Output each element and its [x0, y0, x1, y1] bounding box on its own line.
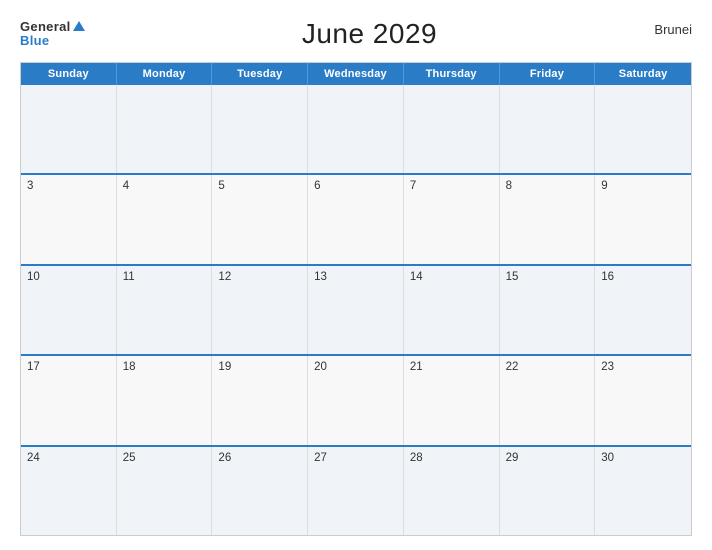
day-number: 5	[218, 180, 301, 192]
week-row-1	[21, 85, 691, 173]
day-number: 24	[27, 452, 110, 464]
day-number: 20	[314, 361, 397, 373]
day-cell: 30	[595, 447, 691, 535]
day-number: 14	[410, 271, 493, 283]
day-cell	[308, 85, 404, 173]
day-number: 22	[506, 361, 589, 373]
day-cell: 27	[308, 447, 404, 535]
day-number: 11	[123, 271, 206, 283]
day-cell: 14	[404, 266, 500, 354]
day-number: 26	[218, 452, 301, 464]
logo-triangle-icon	[73, 21, 85, 31]
day-number: 30	[601, 452, 685, 464]
day-cell: 5	[212, 175, 308, 263]
day-number: 27	[314, 452, 397, 464]
day-number: 19	[218, 361, 301, 373]
day-number: 10	[27, 271, 110, 283]
day-number: 3	[27, 180, 110, 192]
logo-general-text: General	[20, 20, 85, 34]
day-cell: 19	[212, 356, 308, 444]
day-cell: 24	[21, 447, 117, 535]
day-number: 7	[410, 180, 493, 192]
country-label: Brunei	[654, 18, 692, 37]
day-cell: 13	[308, 266, 404, 354]
day-cell: 3	[21, 175, 117, 263]
day-cell: 7	[404, 175, 500, 263]
day-cell: 8	[500, 175, 596, 263]
day-number: 18	[123, 361, 206, 373]
day-cell	[404, 85, 500, 173]
week-row-2: 3456789	[21, 173, 691, 263]
day-cell: 20	[308, 356, 404, 444]
week-row-3: 10 11 12 13 14 15 16	[21, 264, 691, 354]
day-cell: 11	[117, 266, 213, 354]
col-saturday: Saturday	[595, 63, 691, 85]
col-tuesday: Tuesday	[212, 63, 308, 85]
day-cell: 15	[500, 266, 596, 354]
day-cell: 17	[21, 356, 117, 444]
day-number: 28	[410, 452, 493, 464]
page: General Blue June 2029 Brunei Sunday Mon…	[0, 0, 712, 550]
week-row-5: 24 25 26 27 28 29 30	[21, 445, 691, 535]
day-cell: 21	[404, 356, 500, 444]
day-number: 29	[506, 452, 589, 464]
day-cell: 26	[212, 447, 308, 535]
col-sunday: Sunday	[21, 63, 117, 85]
calendar-title: June 2029	[302, 18, 437, 50]
day-cell: 9	[595, 175, 691, 263]
day-cell: 16	[595, 266, 691, 354]
day-cell: 28	[404, 447, 500, 535]
day-cell: 23	[595, 356, 691, 444]
day-cell	[500, 85, 596, 173]
day-cell: 12	[212, 266, 308, 354]
day-cell: 29	[500, 447, 596, 535]
day-number: 23	[601, 361, 685, 373]
day-cell: 4	[117, 175, 213, 263]
day-cell: 25	[117, 447, 213, 535]
calendar-header-row: Sunday Monday Tuesday Wednesday Thursday…	[21, 63, 691, 85]
day-number: 8	[506, 180, 589, 192]
day-number: 25	[123, 452, 206, 464]
col-thursday: Thursday	[404, 63, 500, 85]
day-cell: 10	[21, 266, 117, 354]
header: General Blue June 2029 Brunei	[20, 18, 692, 50]
day-number: 6	[314, 180, 397, 192]
day-cell	[212, 85, 308, 173]
day-cell	[595, 85, 691, 173]
day-number: 4	[123, 180, 206, 192]
calendar: Sunday Monday Tuesday Wednesday Thursday…	[20, 62, 692, 536]
day-cell: 6	[308, 175, 404, 263]
day-number: 16	[601, 271, 685, 283]
logo: General Blue	[20, 20, 85, 49]
day-number: 12	[218, 271, 301, 283]
day-number: 21	[410, 361, 493, 373]
week-row-4: 17 18 19 20 21 22 23	[21, 354, 691, 444]
day-number: 13	[314, 271, 397, 283]
day-number: 17	[27, 361, 110, 373]
col-monday: Monday	[117, 63, 213, 85]
col-wednesday: Wednesday	[308, 63, 404, 85]
day-number: 15	[506, 271, 589, 283]
day-cell: 22	[500, 356, 596, 444]
day-number: 9	[601, 180, 685, 192]
day-cell	[21, 85, 117, 173]
calendar-body: 3456789101112131415161718192021222324252…	[21, 85, 691, 535]
day-cell: 18	[117, 356, 213, 444]
logo-blue-text: Blue	[20, 34, 49, 48]
col-friday: Friday	[500, 63, 596, 85]
day-cell	[117, 85, 213, 173]
